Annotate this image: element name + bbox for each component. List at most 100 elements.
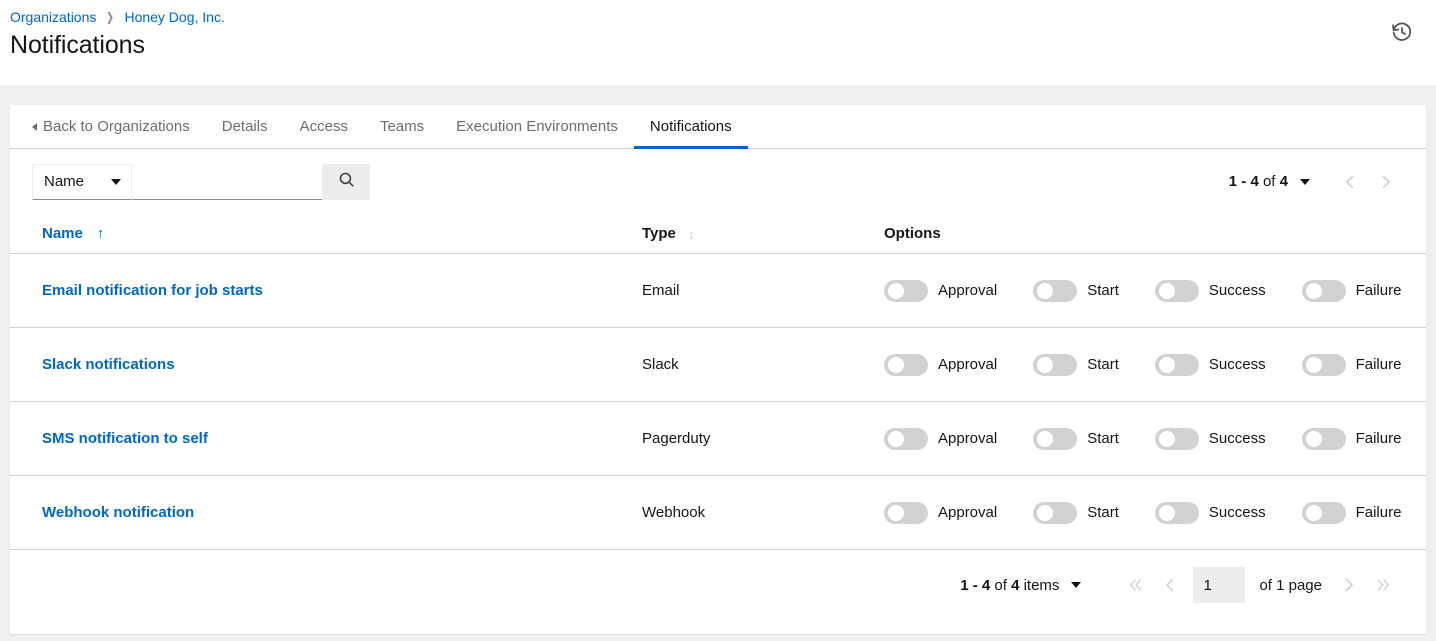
tab-notifications[interactable]: Notifications — [634, 105, 748, 148]
search-button[interactable] — [322, 164, 370, 200]
toggle-knob — [1159, 357, 1175, 373]
sort-unsorted-icon: ↕ — [688, 227, 695, 241]
toggle-approval-wrap: Approval — [884, 280, 997, 302]
toggle-success[interactable] — [1155, 354, 1199, 376]
table-row: Email notification for job starts Email … — [10, 254, 1426, 328]
toggle-failure-wrap: Failure — [1302, 502, 1402, 524]
filter-attribute-select[interactable]: Name — [32, 164, 132, 200]
bottom-pagination-total: 4 — [1011, 577, 1019, 594]
bottom-pagination-options-toggle[interactable] — [1071, 582, 1081, 588]
toggle-knob — [888, 431, 904, 447]
toggle-failure[interactable] — [1302, 280, 1346, 302]
pagination-first-button[interactable] — [1119, 567, 1153, 603]
tab-details[interactable]: Details — [206, 105, 284, 148]
history-icon[interactable] — [1390, 20, 1414, 44]
cell-name: Email notification for job starts — [42, 282, 642, 300]
top-pagination-prev-button[interactable] — [1332, 164, 1368, 200]
toggle-knob — [1037, 357, 1053, 373]
notification-link[interactable]: Email notification for job starts — [42, 282, 263, 299]
top-pagination-range: 1 - 4 — [1229, 173, 1259, 190]
notification-link[interactable]: Webhook notification — [42, 504, 194, 521]
cell-name: Webhook notification — [42, 504, 642, 522]
toggle-success[interactable] — [1155, 428, 1199, 450]
search-input[interactable] — [132, 164, 322, 200]
toggle-start[interactable] — [1033, 428, 1077, 450]
tab-execution-environments[interactable]: Execution Environments — [440, 105, 634, 148]
cell-type: Webhook — [642, 504, 884, 521]
table-row: Slack notifications Slack Approval Start… — [10, 328, 1426, 402]
toggle-failure[interactable] — [1302, 428, 1346, 450]
chevron-right-icon — [1343, 577, 1355, 593]
tab-back-to-organizations[interactable]: Back to Organizations — [22, 105, 206, 148]
masthead: Organizations ❯ Honey Dog, Inc. Notifica… — [0, 0, 1436, 85]
breadcrumb-item-organization[interactable]: Honey Dog, Inc. — [124, 9, 224, 25]
top-pagination-next-button[interactable] — [1368, 164, 1404, 200]
pagination-next-button[interactable] — [1332, 567, 1366, 603]
toggle-failure-wrap: Failure — [1302, 354, 1402, 376]
column-header-name-label: Name — [42, 225, 83, 242]
search-icon — [338, 171, 355, 191]
column-header-name[interactable]: Name ↑ — [42, 225, 642, 242]
toggle-start-wrap: Start — [1033, 428, 1119, 450]
cell-options: Approval Start Success Failure — [884, 428, 1404, 450]
toggle-success[interactable] — [1155, 280, 1199, 302]
toggle-failure[interactable] — [1302, 354, 1346, 376]
cell-type: Pagerduty — [642, 430, 884, 447]
filter-attribute-label: Name — [44, 173, 84, 190]
notification-link[interactable]: SMS notification to self — [42, 430, 208, 447]
cell-type: Slack — [642, 356, 884, 373]
chevron-right-icon — [1380, 174, 1392, 190]
toggle-approval[interactable] — [884, 502, 928, 524]
toggle-approval[interactable] — [884, 354, 928, 376]
toggle-approval-wrap: Approval — [884, 502, 997, 524]
column-header-type[interactable]: Type ↕ — [642, 225, 884, 242]
toggle-knob — [1306, 431, 1322, 447]
toggle-approval-label: Approval — [938, 356, 997, 373]
table-row: Webhook notification Webhook Approval St… — [10, 476, 1426, 550]
toggle-approval[interactable] — [884, 280, 928, 302]
top-pagination-total: 4 — [1280, 173, 1288, 190]
bottom-pagination-range: 1 - 4 — [960, 577, 990, 594]
table-row: SMS notification to self Pagerduty Appro… — [10, 402, 1426, 476]
toggle-start-label: Start — [1087, 282, 1119, 299]
page-number-input[interactable] — [1193, 567, 1245, 603]
toggle-failure-label: Failure — [1356, 430, 1402, 447]
toggle-failure-label: Failure — [1356, 356, 1402, 373]
breadcrumb-item-organizations[interactable]: Organizations — [10, 9, 96, 25]
toggle-knob — [1159, 505, 1175, 521]
tab-access[interactable]: Access — [284, 105, 364, 148]
pagination-prev-button[interactable] — [1153, 567, 1187, 603]
sort-ascending-icon: ↑ — [97, 226, 105, 241]
toggle-start[interactable] — [1033, 502, 1077, 524]
tab-back-label: Back to Organizations — [43, 118, 190, 135]
bottom-pagination-items-label: items — [1024, 577, 1060, 594]
toggle-knob — [1159, 431, 1175, 447]
page-title: Notifications — [10, 29, 145, 61]
pagination-last-button[interactable] — [1366, 567, 1400, 603]
notifications-page: Organizations ❯ Honey Dog, Inc. Notifica… — [0, 0, 1436, 641]
column-header-type-label: Type — [642, 225, 676, 242]
toggle-failure-wrap: Failure — [1302, 428, 1402, 450]
chevron-down-icon — [111, 179, 121, 185]
toggle-approval[interactable] — [884, 428, 928, 450]
double-chevron-right-icon — [1375, 577, 1391, 593]
toggle-knob — [888, 283, 904, 299]
notifications-card: Back to Organizations Details Access Tea… — [10, 105, 1426, 634]
toggle-failure[interactable] — [1302, 502, 1346, 524]
toggle-knob — [1037, 283, 1053, 299]
top-pagination-options-toggle[interactable] — [1300, 179, 1310, 185]
tab-teams[interactable]: Teams — [364, 105, 440, 148]
cell-options: Approval Start Success Failure — [884, 354, 1404, 376]
toggle-failure-wrap: Failure — [1302, 280, 1402, 302]
toggle-start[interactable] — [1033, 280, 1077, 302]
toggle-knob — [1037, 431, 1053, 447]
search-filter-group: Name — [32, 164, 370, 200]
notification-link[interactable]: Slack notifications — [42, 356, 175, 373]
total-pages-label: of 1 page — [1259, 577, 1322, 594]
top-pagination: 1 - 4 of 4 — [1229, 164, 1414, 200]
chevron-left-icon — [32, 123, 37, 131]
toggle-success-wrap: Success — [1155, 428, 1266, 450]
toggle-success[interactable] — [1155, 502, 1199, 524]
toggle-approval-wrap: Approval — [884, 354, 997, 376]
toggle-start[interactable] — [1033, 354, 1077, 376]
